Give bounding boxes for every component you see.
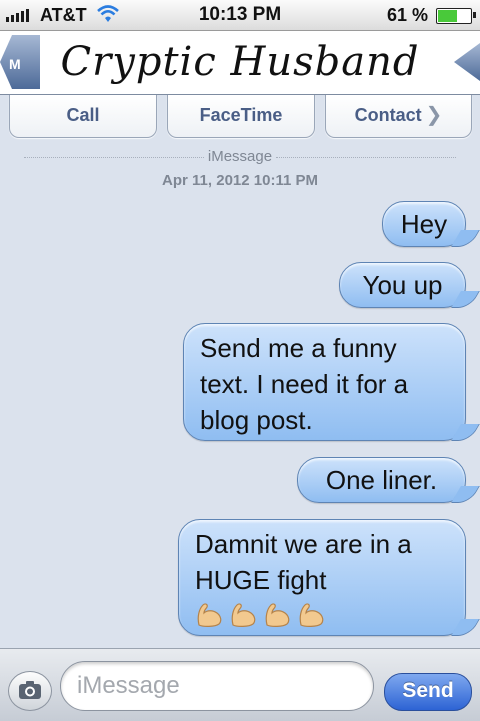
message-bubble[interactable]: Send me a funny text. I need it for a bl… <box>183 323 480 441</box>
conversation-timestamp: Apr 11, 2012 10:11 PM <box>162 172 318 189</box>
contact-button[interactable]: Contact ❯ <box>325 95 472 138</box>
camera-icon <box>19 681 41 699</box>
composer-bar: iMessage Send <box>0 648 480 721</box>
battery-icon <box>436 8 476 24</box>
message-bubble[interactable]: One liner. <box>297 457 480 503</box>
contact-name: Cryptic Husband <box>60 39 420 85</box>
send-button[interactable]: Send <box>384 673 472 711</box>
message-text: Hey <box>400 209 448 239</box>
chevron-right-icon: ❯ <box>425 104 443 126</box>
edit-button[interactable] <box>440 35 480 89</box>
facetime-button[interactable]: FaceTime <box>167 95 315 138</box>
message-bubble[interactable]: Hey <box>382 201 480 247</box>
message-bubble[interactable]: You up <box>339 262 480 308</box>
back-button[interactable]: M <box>0 35 40 89</box>
battery-percent: 61 % <box>386 5 428 25</box>
message-bubble[interactable]: Damnit we are in a HUGE fight <box>178 519 480 636</box>
service-name: iMessage <box>207 148 273 165</box>
message-text: One liner. <box>325 465 438 495</box>
message-text: Damnit we are in a HUGE fight <box>195 529 412 595</box>
back-button-label: M <box>9 56 21 72</box>
flexed-biceps-icon <box>297 600 327 627</box>
message-text: You up <box>362 270 443 300</box>
message-text: Send me a funny text. I need it for a bl… <box>200 333 409 435</box>
message-input[interactable]: iMessage <box>60 661 374 711</box>
contact-button-label: Contact <box>354 105 422 125</box>
flexed-biceps-icon <box>229 600 259 627</box>
status-bar: AT&T 10:13 PM 61 % <box>0 0 480 31</box>
flexed-biceps-icon <box>263 600 293 627</box>
conversation-header: M Cryptic Husband <box>0 31 480 95</box>
contact-actions: Call FaceTime Contact ❯ <box>0 95 480 139</box>
emoji-row <box>195 600 449 627</box>
camera-button[interactable] <box>8 671 52 711</box>
flexed-biceps-icon <box>195 600 225 627</box>
call-button[interactable]: Call <box>9 95 157 138</box>
service-label: iMessage <box>0 148 480 165</box>
